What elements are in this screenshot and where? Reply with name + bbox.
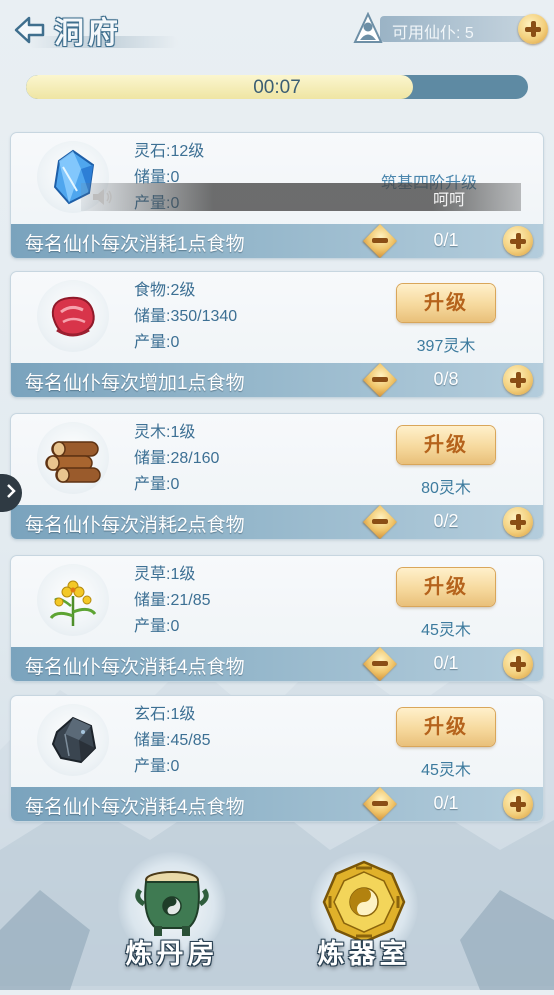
resource-output: 产量:0 — [134, 476, 180, 493]
available-servants-label: 可用仙仆: 5 — [392, 25, 474, 42]
upgrade-cost: 45灵木 — [421, 762, 471, 779]
resource-card-spirit-stone: 灵石:12级 储量:0 产量:0 筑基四阶升级 呵呵 每名仙仆每次消耗1点食物 … — [11, 133, 543, 258]
chevron-right-icon — [6, 483, 16, 504]
resource-info: 灵草:1级 储量:21/85 产量:0 — [134, 562, 211, 640]
timer-progress-bar: 00:07 — [26, 75, 528, 99]
increase-servant-button[interactable] — [503, 507, 533, 537]
upgrade-button[interactable]: 升级 — [397, 568, 495, 606]
upgrade-cost: 80灵木 — [421, 480, 471, 497]
alchemy-room-label: 炼丹房 — [125, 939, 219, 970]
speaker-icon — [91, 188, 113, 206]
consumption-text: 每名仙仆每次消耗1点食物 — [25, 234, 245, 255]
upgrade-button[interactable]: 升级 — [397, 708, 495, 746]
card-footer: 每名仙仆每次消耗1点食物 0/1 — [11, 224, 543, 258]
decrease-servant-button[interactable] — [363, 505, 397, 539]
back-button[interactable]: 洞府 — [12, 10, 187, 51]
herb-flower-icon — [37, 564, 109, 636]
increase-servant-button[interactable] — [503, 365, 533, 395]
decrease-servant-button[interactable] — [363, 363, 397, 397]
resource-storage: 储量:21/85 — [134, 592, 211, 609]
upgrade-button[interactable]: 升级 — [397, 284, 495, 322]
dark-ore-icon — [37, 704, 109, 776]
resource-level: 灵草:1级 — [134, 566, 196, 583]
consumption-text: 每名仙仆每次增加1点食物 — [25, 373, 245, 394]
card-footer: 每名仙仆每次增加1点食物 0/8 — [11, 363, 543, 397]
voice-message-text: 呵呵 — [433, 192, 466, 209]
header: 洞府 可用仙仆: 5 — [0, 0, 554, 60]
meat-icon — [37, 280, 109, 352]
resource-storage: 储量:350/1340 — [134, 308, 238, 325]
resource-storage: 储量:45/85 — [134, 732, 211, 749]
increase-servant-button[interactable] — [503, 649, 533, 679]
wood-logs-icon — [37, 422, 109, 494]
resource-info: 食物:2级 储量:350/1340 产量:0 — [134, 278, 237, 356]
card-footer: 每名仙仆每次消耗4点食物 0/1 — [11, 787, 543, 821]
servant-count: 0/1 — [433, 230, 459, 250]
consumption-text: 每名仙仆每次消耗4点食物 — [25, 657, 245, 678]
resource-output: 产量:0 — [134, 334, 180, 351]
servant-count: 0/8 — [433, 369, 459, 389]
servant-count: 0/1 — [433, 653, 459, 673]
resource-level: 灵木:1级 — [134, 424, 196, 441]
upgrade-cost: 45灵木 — [421, 622, 471, 639]
timer-text: 00:07 — [253, 77, 301, 98]
forge-room-button[interactable]: 炼器室 — [304, 850, 424, 980]
increase-servant-button[interactable] — [503, 226, 533, 256]
alchemy-room-button[interactable]: 炼丹房 — [112, 850, 232, 980]
resource-info: 灵木:1级 储量:28/160 产量:0 — [134, 420, 219, 498]
card-footer: 每名仙仆每次消耗4点食物 0/1 — [11, 647, 543, 681]
voice-chat-bar[interactable]: 呵呵 — [81, 183, 521, 211]
forge-room-label: 炼器室 — [317, 939, 411, 970]
upgrade-cost: 397灵木 — [416, 338, 476, 355]
resource-level: 食物:2级 — [134, 282, 196, 299]
consumption-text: 每名仙仆每次消耗2点食物 — [25, 515, 245, 536]
card-footer: 每名仙仆每次消耗2点食物 0/2 — [11, 505, 543, 539]
decrease-servant-button[interactable] — [363, 224, 397, 258]
consumption-text: 每名仙仆每次消耗4点食物 — [25, 797, 245, 818]
servant-count: 0/1 — [433, 793, 459, 813]
upgrade-button[interactable]: 升级 — [397, 426, 495, 464]
resource-card-food: 食物:2级 储量:350/1340 产量:0 升级 397灵木 每名仙仆每次增加… — [11, 272, 543, 397]
servant-count: 0/2 — [433, 511, 459, 531]
servant-person-icon — [352, 11, 384, 46]
resource-output: 产量:0 — [134, 618, 180, 635]
resource-level: 灵石:12级 — [134, 143, 205, 160]
resource-level: 玄石:1级 — [134, 706, 196, 723]
add-servant-button[interactable] — [518, 14, 548, 44]
resource-card-dark-stone: 玄石:1级 储量:45/85 产量:0 升级 45灵木 每名仙仆每次消耗4点食物… — [11, 696, 543, 821]
resource-storage: 储量:28/160 — [134, 450, 220, 467]
resource-card-wood: 灵木:1级 储量:28/160 产量:0 升级 80灵木 每名仙仆每次消耗2点食… — [11, 414, 543, 539]
resource-info: 玄石:1级 储量:45/85 产量:0 — [134, 702, 211, 780]
back-arrow-icon — [12, 13, 46, 47]
page-title: 洞府 — [54, 16, 122, 51]
increase-servant-button[interactable] — [503, 789, 533, 819]
decrease-servant-button[interactable] — [363, 787, 397, 821]
decrease-servant-button[interactable] — [363, 647, 397, 681]
resource-card-herb: 灵草:1级 储量:21/85 产量:0 升级 45灵木 每名仙仆每次消耗4点食物… — [11, 556, 543, 681]
available-servants-bar: 可用仙仆: 5 — [352, 11, 548, 46]
resource-output: 产量:0 — [134, 758, 180, 775]
